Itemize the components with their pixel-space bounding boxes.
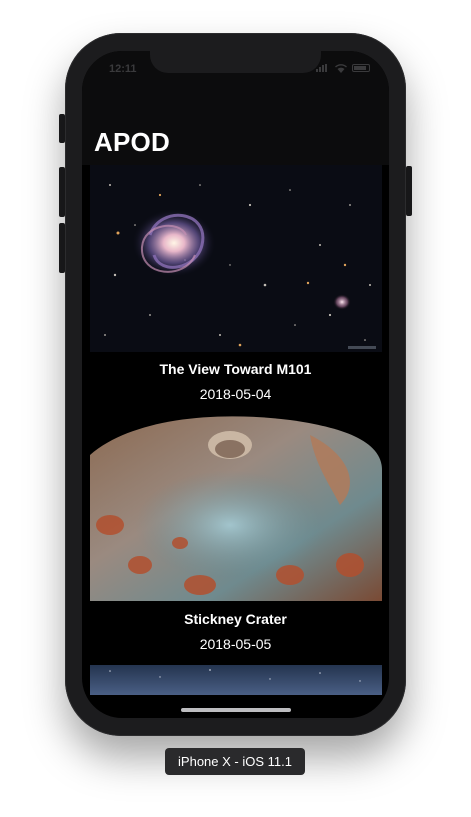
phone-screen: APOD 12:11 The View Toward M101 2018-05-… — [82, 51, 389, 718]
status-icons — [316, 63, 370, 73]
item-date: 2018-05-04 — [199, 386, 272, 402]
device-label: iPhone X - iOS 11.1 — [165, 748, 305, 775]
home-indicator[interactable] — [181, 708, 291, 712]
power-button — [406, 166, 412, 216]
list-item[interactable]: The View Toward M101 2018-05-04 — [82, 165, 389, 415]
signal-icon — [316, 64, 330, 72]
notch — [150, 51, 321, 73]
item-date: 2018-05-05 — [199, 636, 272, 652]
battery-icon — [352, 64, 370, 72]
list-item[interactable]: Stickney Crater 2018-05-05 — [82, 415, 389, 665]
galaxy-photo-image — [90, 165, 382, 352]
apod-list[interactable]: The View Toward M101 2018-05-04 Stickney… — [82, 165, 389, 718]
status-time: 12:11 — [109, 63, 137, 75]
item-title: Stickney Crater — [184, 611, 287, 627]
night-sky-photo-image — [90, 665, 382, 695]
moon-crater-photo-image — [90, 415, 382, 601]
item-title: The View Toward M101 — [159, 361, 312, 377]
wifi-icon — [335, 63, 347, 73]
page-title: APOD — [94, 127, 170, 157]
